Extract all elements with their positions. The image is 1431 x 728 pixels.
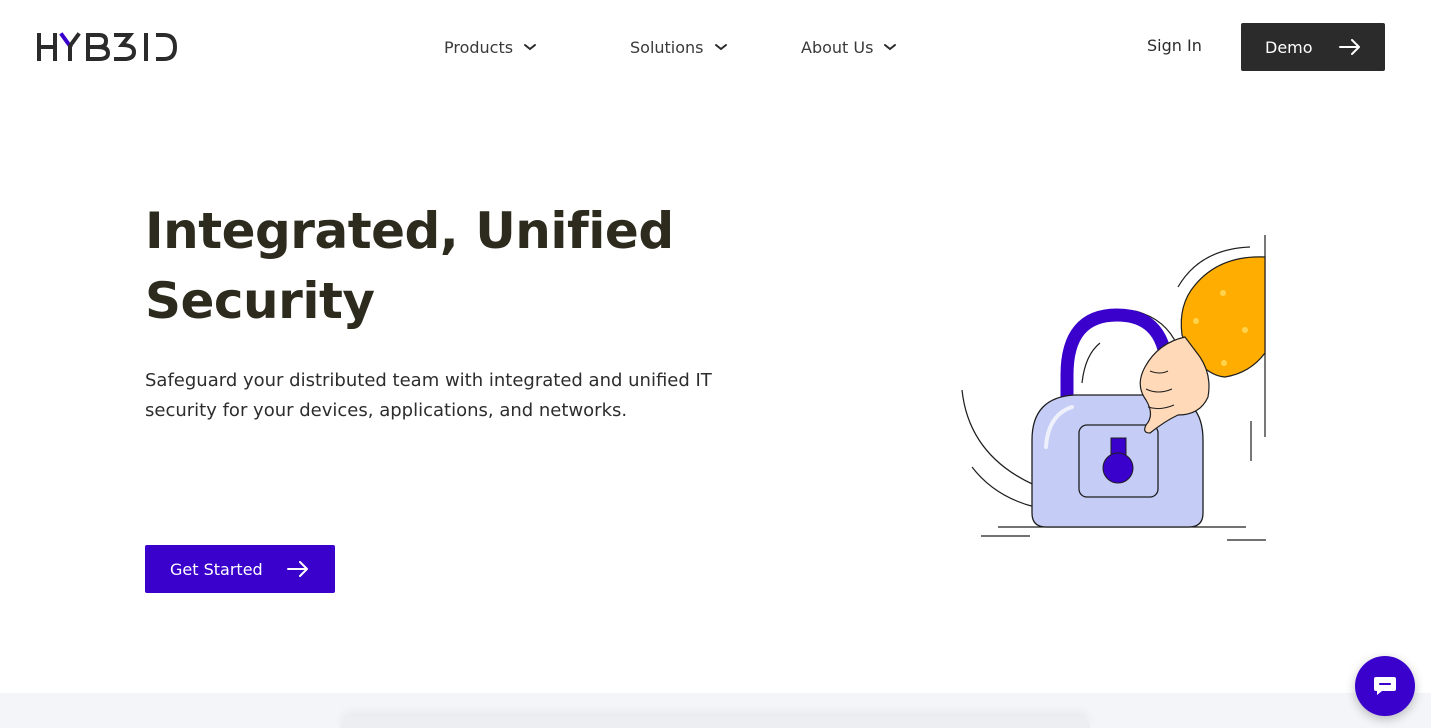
- hero-subtitle: Safeguard your distributed team with int…: [145, 370, 712, 421]
- nav-item-solutions[interactable]: Solutions: [630, 36, 728, 58]
- get-started-label: Get Started: [170, 559, 263, 579]
- arrow-right-icon: [1339, 39, 1360, 55]
- nav-item-products-label: Products: [444, 37, 514, 57]
- hybrid-logo-mark: [37, 32, 178, 61]
- arrow-right-icon: [287, 561, 308, 577]
- get-started-button[interactable]: Get Started: [145, 545, 335, 593]
- nav-item-products[interactable]: Products: [444, 36, 537, 58]
- sign-in-link[interactable]: Sign In: [1147, 36, 1202, 55]
- next-section-card-edge: [340, 716, 1090, 728]
- chevron-down-icon: [524, 44, 537, 51]
- chat-icon: [1374, 677, 1396, 695]
- hybrid-logo[interactable]: [36, 32, 178, 62]
- chevron-down-icon: [714, 44, 727, 51]
- nav-item-about-us-label: About Us: [801, 37, 874, 57]
- hero-title: Integrated, Unified Security: [145, 202, 674, 330]
- nav-item-solutions-label: Solutions: [630, 37, 704, 57]
- chat-launcher-button[interactable]: [1355, 656, 1415, 716]
- padlock-hand-illustration: [961, 235, 1266, 541]
- top-navigation: Products Solutions About Us Sign In Demo: [0, 0, 1431, 94]
- nav-item-about-us[interactable]: About Us: [801, 36, 897, 58]
- chevron-down-icon: [884, 44, 897, 51]
- demo-button-label: Demo: [1265, 37, 1313, 57]
- demo-button[interactable]: Demo: [1241, 23, 1385, 71]
